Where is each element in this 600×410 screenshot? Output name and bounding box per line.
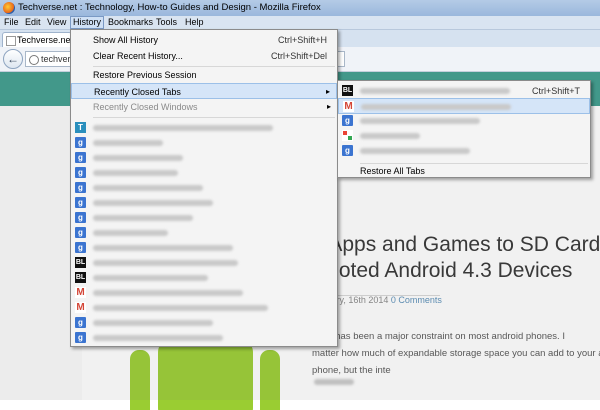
history-entry[interactable]: M — [71, 300, 337, 316]
menu-item-clear-recent-history[interactable]: Clear Recent History... Ctrl+Shift+Del — [71, 48, 337, 64]
google-favicon-icon: g — [75, 317, 86, 328]
back-button[interactable]: ← — [3, 49, 23, 69]
menu-item-recently-closed-windows: Recently Closed Windows ▸ — [71, 99, 337, 115]
blurred-history-title — [93, 215, 193, 221]
blurred-history-title — [93, 200, 213, 206]
recently-closed-tabs-label: Recently Closed Tabs — [94, 87, 181, 97]
history-entry[interactable]: g — [71, 165, 337, 181]
blurred-history-title — [93, 170, 178, 176]
history-entry[interactable]: g — [71, 225, 337, 241]
undo-close-tab-shortcut: Ctrl+Shift+T — [531, 86, 580, 96]
blurred-history-title — [93, 260, 238, 266]
blurred-history-title — [93, 245, 233, 251]
recently-closed-windows-label: Recently Closed Windows — [93, 102, 198, 112]
history-entry[interactable]: g — [71, 180, 337, 196]
restore-previous-session-label: Restore Previous Session — [93, 70, 197, 80]
history-entry[interactable]: BL — [71, 255, 337, 271]
blogger-favicon-icon: BL — [75, 257, 86, 268]
tab-label: Techverse.net — [17, 35, 74, 45]
history-entry[interactable]: g — [71, 330, 337, 346]
show-all-history-shortcut: Ctrl+Shift+H — [277, 35, 327, 45]
blurred-history-title — [360, 133, 420, 139]
google-favicon-icon: g — [342, 145, 353, 156]
blurred-history-title — [93, 320, 213, 326]
google-favicon-icon: g — [75, 152, 86, 163]
globe-icon — [29, 55, 39, 65]
show-all-history-label: Show All History — [93, 35, 159, 45]
history-entry[interactable]: g — [71, 135, 337, 151]
menu-item-show-all-history[interactable]: Show All History Ctrl+Shift+H — [71, 32, 337, 48]
menu-edit[interactable]: Edit — [23, 17, 43, 28]
closed-tab-entry[interactable]: g — [338, 143, 590, 159]
menu-bar: File Edit View History Bookmarks Tools H… — [0, 16, 600, 30]
google-favicon-icon: g — [342, 115, 353, 126]
menu-view[interactable]: View — [45, 17, 68, 28]
blurred-history-title — [361, 104, 511, 110]
menu-file[interactable]: File — [2, 17, 21, 28]
blurred-history-title — [93, 140, 163, 146]
closed-tab-entry[interactable]: BL Ctrl+Shift+T — [338, 83, 590, 99]
google-plus-favicon-icon — [342, 130, 353, 141]
back-arrow-icon: ← — [7, 52, 19, 66]
google-favicon-icon: g — [75, 137, 86, 148]
blurred-history-title — [93, 185, 203, 191]
google-favicon-icon: g — [75, 182, 86, 193]
menu-tools[interactable]: Tools — [154, 17, 179, 28]
google-favicon-icon: g — [75, 167, 86, 178]
window-title-bar: Techverse.net : Technology, How-to Guide… — [0, 0, 600, 16]
history-entry[interactable]: M — [71, 285, 337, 301]
tab-techverse[interactable]: Techverse.net — [2, 32, 74, 47]
page-favicon-icon — [6, 36, 16, 46]
history-menu: Show All History Ctrl+Shift+H Clear Rece… — [70, 29, 338, 347]
submenu-arrow-icon: ▸ — [325, 87, 330, 96]
menu-item-restore-all-tabs[interactable]: Restore All Tabs — [338, 163, 590, 179]
gmail-favicon-icon: M — [75, 302, 86, 313]
blurred-history-title — [93, 230, 168, 236]
history-entry[interactable]: g — [71, 240, 337, 256]
clear-recent-history-shortcut: Ctrl+Shift+Del — [270, 51, 327, 61]
blurred-history-title — [360, 148, 470, 154]
google-favicon-icon: g — [75, 332, 86, 343]
google-favicon-icon: g — [75, 212, 86, 223]
gmail-favicon-icon: M — [75, 287, 86, 298]
blurred-history-title — [93, 275, 208, 281]
gmail-favicon-icon: M — [343, 101, 354, 112]
restore-all-tabs-label: Restore All Tabs — [360, 166, 425, 176]
history-entry[interactable]: g — [71, 150, 337, 166]
menu-item-restore-previous-session[interactable]: Restore Previous Session — [71, 67, 337, 83]
blurred-history-title — [93, 125, 273, 131]
menu-bookmarks[interactable]: Bookmarks — [106, 17, 155, 28]
history-entry[interactable]: g — [71, 195, 337, 211]
blogger-favicon-icon: BL — [75, 272, 86, 283]
blogger-favicon-icon: BL — [342, 85, 353, 96]
blurred-history-title — [93, 335, 223, 341]
submenu-arrow-icon: ▸ — [326, 102, 331, 111]
google-favicon-icon: g — [75, 227, 86, 238]
blurred-history-title — [360, 88, 510, 94]
firefox-logo-icon — [3, 2, 15, 14]
google-favicon-icon: g — [75, 242, 86, 253]
clear-recent-history-label: Clear Recent History... — [93, 51, 183, 61]
url-text: techver — [41, 54, 71, 64]
history-entry[interactable]: BL — [71, 270, 337, 286]
blurred-history-title — [360, 118, 480, 124]
blurred-history-title — [93, 290, 243, 296]
closed-tab-entry[interactable] — [338, 128, 590, 144]
menu-item-recently-closed-tabs[interactable]: Recently Closed Tabs ▸ — [71, 83, 337, 99]
techverse-favicon-icon: T — [75, 122, 86, 133]
history-entry[interactable]: g — [71, 210, 337, 226]
closed-tab-entry[interactable]: g — [338, 113, 590, 129]
menu-separator — [93, 117, 335, 118]
closed-tab-entry[interactable]: M — [338, 98, 590, 114]
recently-closed-tabs-submenu: g g M BL Ctrl+Shift+T Restore All Tabs — [337, 80, 591, 178]
history-entry[interactable]: T — [71, 120, 337, 136]
menu-help[interactable]: Help — [183, 17, 206, 28]
blurred-history-title — [93, 155, 183, 161]
window-title: Techverse.net : Technology, How-to Guide… — [18, 2, 321, 13]
menu-history[interactable]: History — [70, 16, 105, 29]
blurred-history-title — [93, 305, 268, 311]
google-favicon-icon: g — [75, 197, 86, 208]
history-entry[interactable]: g — [71, 315, 337, 331]
